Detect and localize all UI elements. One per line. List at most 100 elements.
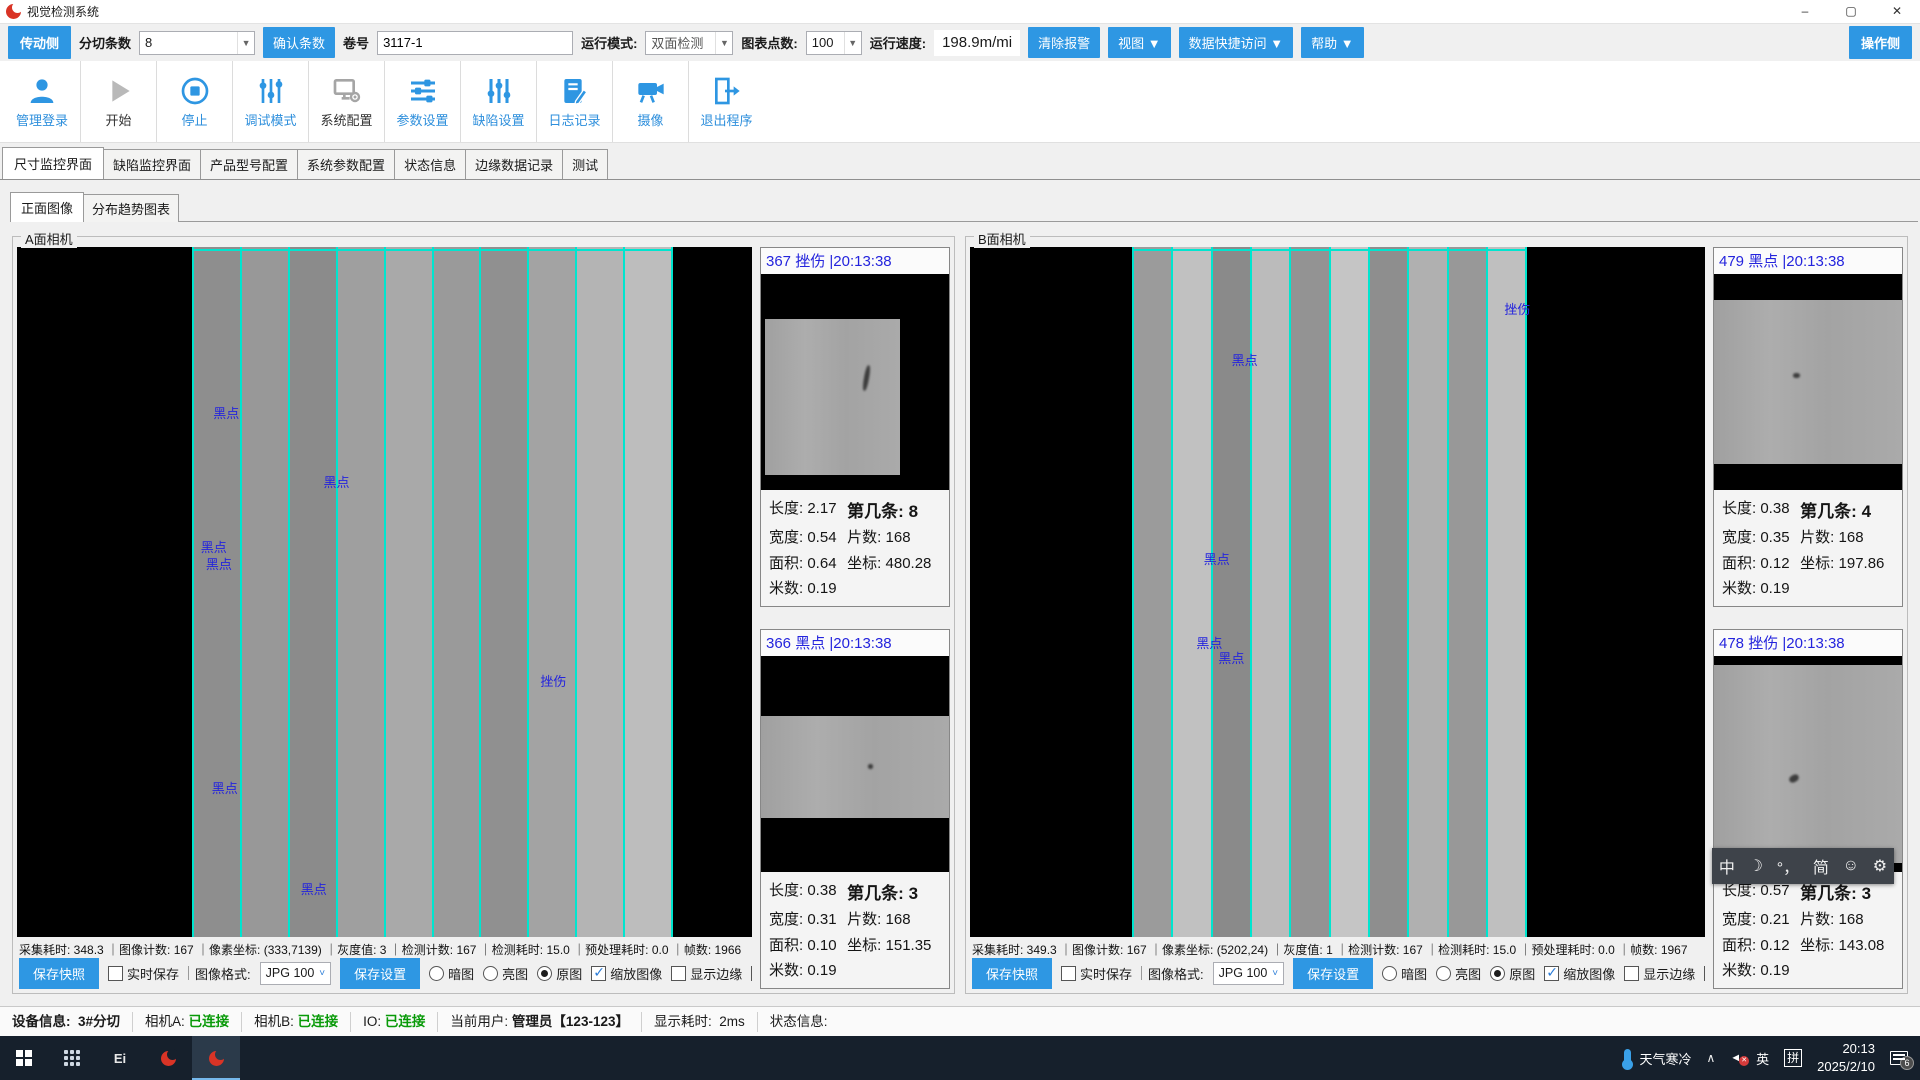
defect-settings-button[interactable]: 缺陷设置 bbox=[460, 61, 536, 142]
ime-emoji-button[interactable]: ☺ bbox=[1841, 857, 1861, 875]
log-record-button[interactable]: 日志记录 bbox=[536, 61, 612, 142]
tab-test[interactable]: 测试 bbox=[562, 149, 608, 179]
ime-pinyin-indicator[interactable]: 拼 bbox=[1784, 1049, 1802, 1067]
tab-front-image[interactable]: 正面图像 bbox=[10, 192, 84, 222]
tab-distribution-trend[interactable]: 分布趋势图表 bbox=[83, 194, 179, 222]
cut-line bbox=[192, 247, 194, 937]
taskbar-app-ei[interactable]: Ei bbox=[96, 1036, 144, 1080]
camera-a-label: 相机A: bbox=[145, 1014, 185, 1029]
weather-tray-item[interactable]: 天气寒冷 bbox=[1624, 1049, 1691, 1068]
clear-alarm-button[interactable]: 清除报警 bbox=[1028, 27, 1100, 58]
show-edge-checkbox[interactable]: 显示边缘 bbox=[671, 964, 742, 983]
confirm-count-button[interactable]: 确认条数 bbox=[263, 27, 335, 58]
status-info-label: 状态信息: bbox=[770, 1014, 828, 1029]
ime-punctuation-icon[interactable]: °， bbox=[1775, 854, 1801, 878]
save-snapshot-button[interactable]: 保存快照 bbox=[972, 958, 1052, 989]
tab-status-info[interactable]: 状态信息 bbox=[394, 149, 466, 179]
zoom-image-checkbox[interactable]: 缩放图像 bbox=[1544, 964, 1615, 983]
show-strip-count-checkbox[interactable]: 显示条数 bbox=[1704, 964, 1705, 983]
defect-mark bbox=[1793, 373, 1800, 378]
thermometer-icon bbox=[1624, 1049, 1631, 1067]
save-snapshot-button[interactable]: 保存快照 bbox=[19, 958, 99, 989]
camera-b-image[interactable]: 挫伤黑点黑点黑点黑点 bbox=[970, 247, 1705, 937]
bright-image-radio[interactable]: 亮图 bbox=[483, 964, 528, 983]
chevron-down-icon: ˅ bbox=[1267, 968, 1283, 979]
maximize-button[interactable]: ▢ bbox=[1828, 0, 1874, 23]
device-info-label: 设备信息: bbox=[12, 1014, 71, 1029]
defect-stats: 长度: 0.38 第几条: 3 宽度: 0.31 片数: 168 面积: 0.1… bbox=[761, 872, 949, 988]
close-button[interactable]: ✕ bbox=[1874, 0, 1920, 23]
operation-side-button[interactable]: 操作侧 bbox=[1849, 26, 1912, 59]
ime-halfwidth-icon[interactable]: ☽ bbox=[1747, 856, 1765, 876]
dark-image-radio[interactable]: 暗图 bbox=[1382, 964, 1427, 983]
defect-card[interactable]: 366 黑点 |20:13:38 长度: 0.38 第几条: 3 宽度: 0.3… bbox=[760, 629, 950, 989]
ime-simplified-button[interactable]: 简 bbox=[1811, 854, 1831, 878]
taskbar-app-inspection-active[interactable] bbox=[192, 1036, 240, 1080]
defect-card-header: 367 挫伤 |20:13:38 bbox=[761, 248, 949, 274]
material-band bbox=[1714, 665, 1902, 864]
defect-card[interactable]: 479 黑点 |20:13:38 长度: 0.38 第几条: 4 宽度: 0.3… bbox=[1713, 247, 1903, 607]
param-settings-button[interactable]: 参数设置 bbox=[384, 61, 460, 142]
tab-system-param-config[interactable]: 系统参数配置 bbox=[297, 149, 395, 179]
realtime-save-checkbox[interactable]: 实时保存 bbox=[1061, 964, 1132, 983]
roll-number-input[interactable] bbox=[377, 31, 573, 55]
help-menu-button[interactable]: 帮助 ▼ bbox=[1301, 27, 1363, 58]
material-band bbox=[765, 319, 900, 475]
run-mode-select[interactable]: 双面检测 ▼ bbox=[645, 31, 733, 55]
action-center-icon[interactable]: 6 bbox=[1890, 1051, 1908, 1065]
tab-product-model-config[interactable]: 产品型号配置 bbox=[200, 149, 298, 179]
defect-mark bbox=[868, 764, 873, 769]
language-indicator[interactable]: 英 bbox=[1756, 1049, 1769, 1068]
exit-program-button[interactable]: 退出程序 bbox=[688, 61, 764, 142]
view-menu-button[interactable]: 视图 ▼ bbox=[1108, 27, 1170, 58]
save-settings-button[interactable]: 保存设置 bbox=[1293, 958, 1373, 989]
chart-points-select[interactable]: 100 ▼ bbox=[806, 31, 862, 55]
tray-overflow-button[interactable]: ∧ bbox=[1706, 1051, 1715, 1065]
start-button[interactable]: 开始 bbox=[80, 61, 156, 142]
capture-button[interactable]: 摄像 bbox=[612, 61, 688, 142]
camera-b-panel-title: B面相机 bbox=[974, 229, 1030, 248]
material-band bbox=[761, 716, 949, 818]
defect-card[interactable]: 367 挫伤 |20:13:38 长度: 2.17 第几条: 8 宽度: 0.5… bbox=[760, 247, 950, 607]
minimize-button[interactable]: – bbox=[1782, 0, 1828, 23]
original-image-radio[interactable]: 原图 bbox=[537, 964, 582, 983]
grid-icon bbox=[64, 1050, 80, 1066]
app-grid-button[interactable] bbox=[48, 1036, 96, 1080]
tab-defect-monitor[interactable]: 缺陷监控界面 bbox=[103, 149, 201, 179]
show-strip-count-checkbox[interactable]: 显示条数 bbox=[751, 964, 752, 983]
ime-settings-gear-icon[interactable]: ⚙ bbox=[1871, 856, 1889, 876]
debug-mode-button[interactable]: 调试模式 bbox=[232, 61, 308, 142]
slit-count-select[interactable]: 8 ▼ bbox=[139, 31, 255, 55]
original-image-radio[interactable]: 原图 bbox=[1490, 964, 1535, 983]
dark-image-radio[interactable]: 暗图 bbox=[429, 964, 474, 983]
volume-muted-icon[interactable]: ◄✕ bbox=[1730, 1052, 1741, 1064]
defect-meters: 0.19 bbox=[1760, 962, 1789, 979]
taskbar-clock[interactable]: 20:13 2025/2/10 bbox=[1817, 1040, 1875, 1075]
run-mode-value: 双面检测 bbox=[651, 33, 703, 52]
ime-chinese-mode-button[interactable]: 中 bbox=[1717, 854, 1737, 878]
checkbox-icon bbox=[1704, 966, 1705, 981]
image-format-select[interactable]: JPG 100˅ bbox=[260, 962, 331, 985]
realtime-save-checkbox[interactable]: 实时保存 bbox=[108, 964, 179, 983]
save-settings-button[interactable]: 保存设置 bbox=[340, 958, 420, 989]
tab-size-monitor[interactable]: 尺寸监控界面 bbox=[2, 147, 104, 179]
checkbox-checked-icon bbox=[1544, 966, 1559, 981]
slit-count-value: 8 bbox=[145, 35, 152, 50]
data-quick-access-menu-button[interactable]: 数据快捷访问 ▼ bbox=[1179, 27, 1293, 58]
admin-login-button[interactable]: 管理登录 bbox=[4, 61, 80, 142]
show-edge-checkbox[interactable]: 显示边缘 bbox=[1624, 964, 1695, 983]
bright-image-radio[interactable]: 亮图 bbox=[1436, 964, 1481, 983]
camera-a-status-line: 采集耗时: 348.3 ｜图像计数: 167 ｜像素坐标: (333,7139)… bbox=[17, 937, 752, 957]
transmission-side-button[interactable]: 传动侧 bbox=[8, 26, 71, 59]
camera-a-image[interactable]: 黑点黑点黑点黑点挫伤黑点黑点 bbox=[17, 247, 752, 937]
system-config-button[interactable]: 系统配置 bbox=[308, 61, 384, 142]
tab-edge-data-record[interactable]: 边缘数据记录 bbox=[465, 149, 563, 179]
defect-card[interactable]: 478 挫伤 |20:13:38 长度: 0.57 第几条: 3 宽度: 0.2… bbox=[1713, 629, 1903, 989]
image-format-select[interactable]: JPG 100˅ bbox=[1213, 962, 1284, 985]
param-sliders-icon bbox=[407, 75, 439, 107]
taskbar-app-inspection[interactable] bbox=[144, 1036, 192, 1080]
system-config-icon bbox=[331, 75, 363, 107]
zoom-image-checkbox[interactable]: 缩放图像 bbox=[591, 964, 662, 983]
start-menu-button[interactable] bbox=[0, 1036, 48, 1080]
stop-button[interactable]: 停止 bbox=[156, 61, 232, 142]
